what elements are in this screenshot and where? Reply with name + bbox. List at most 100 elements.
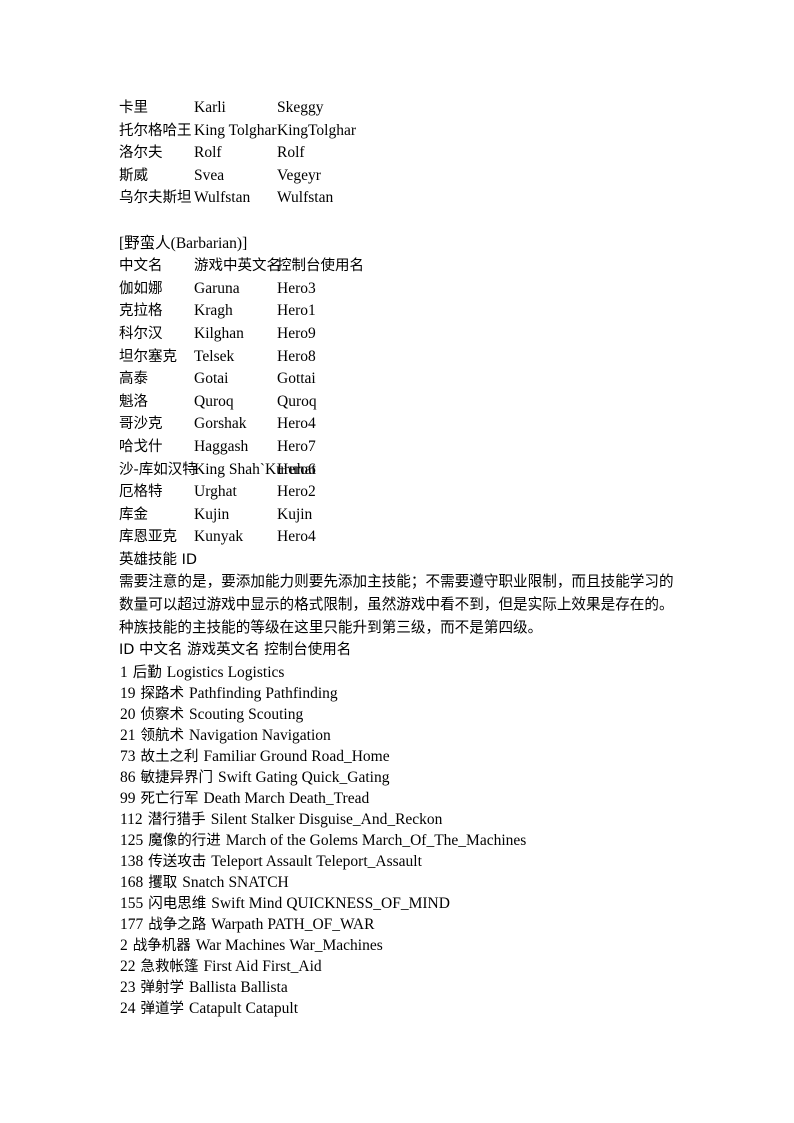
skill-game-english-name: War Machines <box>195 936 286 954</box>
skill-id: 22 <box>120 957 136 975</box>
skill-id: 155 <box>120 894 144 912</box>
cell-console-name: Hero1 <box>277 302 316 320</box>
cell-chinese-name: 高泰 <box>119 371 148 388</box>
column-header-console-name: 控制台使用名 <box>277 258 364 275</box>
cell-game-english-name: Karli <box>194 99 226 116</box>
cell-chinese-name: 斯威 <box>119 167 148 184</box>
cell-game-english-name: Telsek <box>194 347 235 365</box>
cell-chinese-name: 卡里 <box>119 100 148 116</box>
table-row: 洛尔夫 Rolf Rolf <box>119 142 685 165</box>
cell-chinese-name: 哈戈什 <box>119 438 163 455</box>
table-row: 哥沙克 Gorshak Hero4 <box>119 413 685 436</box>
cell-chinese-name: 库恩亚克 <box>119 529 177 546</box>
skill-columns-text: ID 中文名 游戏英文名 控制台使用名 <box>119 642 352 659</box>
skill-row: 112 潜行猎手 Silent Stalker Disguise_And_Reckon <box>119 809 685 830</box>
skill-game-english-name: Warpath <box>211 915 264 933</box>
skill-chinese-name: 潜行猎手 <box>147 811 206 828</box>
barbarian-heading-text: [野蛮人(Barbarian)] <box>119 234 248 252</box>
barbarian-roster-table: 伽如娜 Garuna Hero3 克拉格 Kragh Hero1 科尔汉 Kilghan Her… <box>119 278 685 549</box>
table-row: 魁洛 Quroq Quroq <box>119 391 685 414</box>
cell-chinese-name: 伽如娜 <box>119 280 163 297</box>
cell-console-name: KingTolghar <box>277 121 356 139</box>
skill-console-name: First_Aid <box>262 957 322 975</box>
skill-chinese-name: 战争之路 <box>148 916 207 933</box>
cell-console-name: Hero4 <box>277 415 316 433</box>
skill-row: 1 后勤 Logistics Logistics <box>119 662 685 683</box>
cell-game-english-name: Kujin <box>194 505 230 523</box>
barbarian-column-header: 中文名 游戏中英文名控制台使用名 <box>119 255 685 278</box>
skill-game-english-name: Pathfinding <box>189 684 262 702</box>
skill-chinese-name: 弹射学 <box>140 979 185 996</box>
cell-game-english-name: Haggash <box>194 437 249 455</box>
skill-console-name: March_Of_The_Machines <box>361 831 527 849</box>
cell-chinese-name: 沙-库如汉特 <box>119 461 197 478</box>
skill-console-name: Navigation <box>261 726 331 744</box>
cell-chinese-name: 乌尔夫斯坦 <box>119 190 192 207</box>
table-row: 库金 Kujin Kujin <box>119 504 685 527</box>
cell-game-english-name: King Shah`Kuruhat <box>194 460 316 478</box>
skill-chinese-name: 探路术 <box>140 685 185 702</box>
cell-game-english-name: Kragh <box>194 302 233 320</box>
cell-chinese-name: 科尔汉 <box>119 325 163 342</box>
skill-id: 99 <box>120 789 136 807</box>
table-row: 高泰 Gotai Gottai <box>119 368 685 391</box>
cell-chinese-name: 克拉格 <box>119 303 163 320</box>
skill-chinese-name: 死亡行军 <box>140 790 199 807</box>
skill-id: 1 <box>120 663 128 681</box>
skill-id: 125 <box>120 831 144 849</box>
skill-game-english-name: First Aid <box>203 957 259 975</box>
skill-console-name: Scouting <box>248 705 304 723</box>
skill-id: 138 <box>120 852 144 870</box>
skill-console-name: Quick_Gating <box>301 768 390 786</box>
skill-console-name: War_Machines <box>289 936 383 954</box>
cell-console-name: Hero3 <box>277 279 316 297</box>
cell-game-english-name: Kunyak <box>194 528 244 546</box>
skill-chinese-name: 战争机器 <box>132 937 191 954</box>
skill-console-name: SNATCH <box>228 873 289 891</box>
cell-game-english-name: Rolf <box>194 144 222 162</box>
skill-id-table: 1 后勤 Logistics Logistics 19 探路术 Pathfinding Pat… <box>119 662 685 1019</box>
cell-game-english-name: Gotai <box>194 370 229 388</box>
column-header-game-english: 游戏中英文名 <box>194 258 281 275</box>
skill-row: 168 攫取 Snatch SNATCH <box>119 872 685 893</box>
cell-game-english-name: Gorshak <box>194 415 247 433</box>
skill-id: 177 <box>120 915 144 933</box>
cell-game-english-name: Quroq <box>194 392 234 410</box>
skill-chinese-name: 侦察术 <box>140 706 185 723</box>
viking-roster-table: 卡里 Karli Skeggy 托尔格哈王 King TolgharKingTolgha… <box>119 97 685 210</box>
cell-console-name: Skeggy <box>277 99 324 116</box>
cell-console-name: Gottai <box>277 370 316 388</box>
cell-chinese-name: 托尔格哈王 <box>119 122 192 139</box>
skill-game-english-name: March of the Golems <box>225 831 358 849</box>
cell-chinese-name: 坦尔塞克 <box>119 348 177 365</box>
skill-row: 2 战争机器 War Machines War_Machines <box>119 935 685 956</box>
skill-console-name: Catapult <box>245 999 299 1017</box>
cell-chinese-name: 哥沙克 <box>119 416 163 433</box>
skill-game-english-name: Familiar Ground <box>203 747 308 765</box>
barbarian-section-heading: [野蛮人(Barbarian)] <box>119 233 685 256</box>
cell-console-name: Wulfstan <box>277 189 334 207</box>
skill-id: 86 <box>120 768 136 786</box>
cell-game-english-name: Kilghan <box>194 324 244 342</box>
skill-heading-text: 英雄技能 ID <box>119 551 198 568</box>
skill-game-english-name: Navigation <box>189 726 258 744</box>
document-body: 卡里 Karli Skeggy 托尔格哈王 King TolgharKingTolgha… <box>119 97 685 1019</box>
skill-row: 99 死亡行军 Death March Death_Tread <box>119 788 685 809</box>
cell-chinese-name: 洛尔夫 <box>119 145 163 162</box>
skill-id: 23 <box>120 978 136 996</box>
skill-row: 86 敏捷异界门 Swift Gating Quick_Gating <box>119 767 685 788</box>
cell-console-name: Hero7 <box>277 437 316 455</box>
skill-game-english-name: Swift Gating <box>218 768 298 786</box>
skill-note-paragraph: 需要注意的是，要添加能力则要先添加主技能；不需要遵守职业限制，而且技能学习的数量… <box>119 573 674 636</box>
skill-chinese-name: 领航术 <box>140 727 185 744</box>
cell-console-name: Quroq <box>277 392 317 410</box>
skill-id: 73 <box>120 747 136 765</box>
table-row: 卡里 Karli Skeggy <box>119 97 685 120</box>
table-row: 伽如娜 Garuna Hero3 <box>119 278 685 301</box>
skill-chinese-name: 敏捷异界门 <box>140 769 214 786</box>
skill-row: 20 侦察术 Scouting Scouting <box>119 704 685 725</box>
skill-chinese-name: 攫取 <box>148 874 178 891</box>
table-row: 乌尔夫斯坦 Wulfstan Wulfstan <box>119 187 685 210</box>
cell-console-name: Hero2 <box>277 483 316 501</box>
table-row: 厄格特 Urghat Hero2 <box>119 481 685 504</box>
